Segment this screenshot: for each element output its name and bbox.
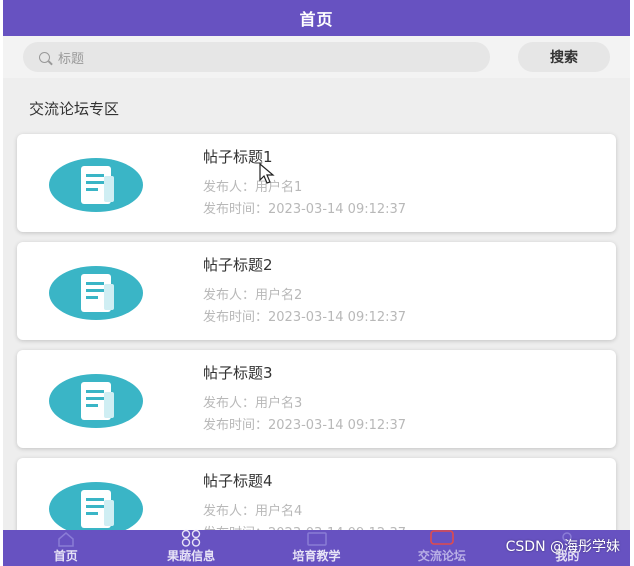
home-icon (57, 530, 75, 547)
search-row: 标题 搜索 (3, 36, 630, 78)
section-title: 交流论坛专区 (29, 100, 120, 118)
document-icon (49, 482, 143, 536)
page-title: 首页 (299, 10, 334, 29)
post-card-2[interactable]: 帖子标题2 发布人：用户名2 发布时间：2023-03-14 09:12:37 (17, 242, 616, 340)
post-title: 帖子标题4 (203, 472, 273, 490)
app-frame: 首页 标题 搜索 交流论坛专区 帖子标题1 发布人：用户名1 发布时间：2023… (3, 0, 630, 566)
post-card-1[interactable]: 帖子标题1 发布人：用户名1 发布时间：2023-03-14 09:12:37 (17, 134, 616, 232)
tab-label: 培育教学 (292, 549, 341, 563)
tab-label: 交流论坛 (417, 549, 466, 563)
grid-icon (180, 529, 202, 547)
tab-teaching[interactable]: 培育教学 (254, 530, 379, 566)
post-time: 发布时间：2023-03-14 09:12:37 (203, 418, 407, 433)
post-title: 帖子标题3 (203, 364, 273, 382)
tab-label: 首页 (53, 549, 78, 563)
watermark: CSDN @海彤学妹 (505, 539, 620, 555)
post-time: 发布时间：2023-03-14 09:12:37 (203, 202, 407, 217)
post-author: 发布人：用户名4 (203, 504, 303, 519)
search-button[interactable]: 搜索 (518, 42, 610, 72)
search-placeholder: 标题 (58, 51, 85, 67)
mouse-cursor-icon (259, 163, 275, 184)
document-icon (49, 266, 143, 320)
search-input[interactable]: 标题 (23, 42, 490, 72)
title-bar: 首页 (3, 0, 630, 36)
document-icon (49, 158, 143, 212)
post-list: 帖子标题1 发布人：用户名1 发布时间：2023-03-14 09:12:37 … (3, 134, 630, 556)
post-author: 发布人：用户名3 (203, 396, 303, 411)
tab-forum[interactable]: 交流论坛 (379, 530, 504, 566)
post-author: 发布人：用户名1 (203, 180, 303, 195)
tab-home[interactable]: 首页 (3, 530, 128, 566)
post-title: 帖子标题1 (203, 148, 273, 166)
tab-label: 果蔬信息 (167, 549, 216, 563)
post-time: 发布时间：2023-03-14 09:12:37 (203, 310, 407, 325)
post-title: 帖子标题2 (203, 256, 273, 274)
chat-icon (427, 529, 457, 547)
document-icon (49, 374, 143, 428)
post-card-3[interactable]: 帖子标题3 发布人：用户名3 发布时间：2023-03-14 09:12:37 (17, 350, 616, 448)
post-author: 发布人：用户名2 (203, 288, 303, 303)
video-icon (306, 530, 328, 547)
tab-produce-info[interactable]: 果蔬信息 (128, 529, 253, 566)
search-icon (39, 51, 50, 63)
